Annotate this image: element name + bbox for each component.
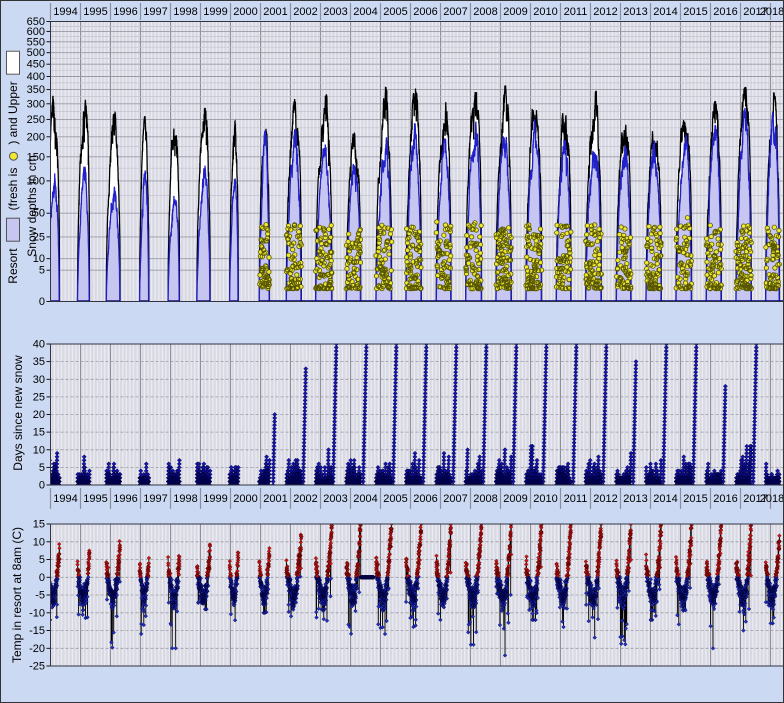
svg-text:2008: 2008 [473, 6, 497, 18]
svg-text:1997: 1997 [143, 493, 167, 505]
svg-text:100: 100 [27, 175, 45, 187]
svg-text:1994: 1994 [53, 6, 77, 18]
svg-text:25: 25 [33, 391, 45, 403]
svg-text:2015: 2015 [683, 6, 707, 18]
svg-text:-20: -20 [29, 643, 45, 655]
svg-text:5: 5 [39, 265, 45, 277]
svg-text:1999: 1999 [203, 493, 227, 505]
svg-text:-10: -10 [29, 607, 45, 619]
svg-text:0: 0 [39, 572, 45, 584]
svg-text:2002: 2002 [293, 493, 317, 505]
svg-text:2009: 2009 [503, 6, 527, 18]
svg-text:300: 300 [27, 98, 45, 110]
svg-text:15: 15 [33, 427, 45, 439]
svg-text:2010: 2010 [533, 493, 557, 505]
svg-text:35: 35 [33, 356, 45, 368]
svg-text:10: 10 [33, 444, 45, 456]
svg-text:40: 40 [33, 339, 45, 351]
svg-text:1995: 1995 [83, 6, 107, 18]
svg-text:2014: 2014 [653, 493, 677, 505]
svg-text:2011: 2011 [564, 6, 588, 18]
svg-text:2008: 2008 [473, 493, 497, 505]
svg-text:400: 400 [27, 71, 45, 83]
snow-history-chart: Resort (fresh is ) and Upper Snow depths… [0, 0, 784, 703]
svg-text:2006: 2006 [413, 493, 437, 505]
svg-text:10: 10 [33, 253, 45, 265]
svg-text:450: 450 [27, 59, 45, 71]
svg-text:350: 350 [27, 84, 45, 96]
svg-text:10: 10 [33, 536, 45, 548]
svg-text:2014: 2014 [653, 6, 677, 18]
svg-text:2012: 2012 [593, 6, 617, 18]
svg-text:2004: 2004 [353, 6, 377, 18]
svg-text:1998: 1998 [173, 6, 197, 18]
svg-text:2003: 2003 [323, 6, 347, 18]
svg-text:1997: 1997 [143, 6, 167, 18]
svg-text:150: 150 [27, 151, 45, 163]
svg-text:2002: 2002 [293, 6, 317, 18]
svg-text:1999: 1999 [203, 6, 227, 18]
svg-text:25: 25 [33, 231, 45, 243]
svg-text:2013: 2013 [623, 6, 647, 18]
svg-text:1995: 1995 [83, 493, 107, 505]
svg-text:1996: 1996 [113, 6, 137, 18]
svg-text:5: 5 [39, 462, 45, 474]
svg-text:250: 250 [27, 114, 45, 126]
svg-text:2013: 2013 [623, 493, 647, 505]
svg-text:15: 15 [33, 519, 45, 531]
svg-text:1994: 1994 [53, 493, 77, 505]
svg-text:2000: 2000 [233, 6, 257, 18]
svg-text:2003: 2003 [323, 493, 347, 505]
svg-text:2005: 2005 [383, 493, 407, 505]
svg-text:2001: 2001 [263, 6, 287, 18]
svg-text:1998: 1998 [173, 493, 197, 505]
svg-text:2010: 2010 [533, 6, 557, 18]
svg-text:2006: 2006 [413, 6, 437, 18]
svg-text:2001: 2001 [263, 493, 287, 505]
svg-text:5: 5 [39, 554, 45, 566]
chart-canvas: 1994199519961997199819992000200120022003… [1, 1, 784, 703]
svg-text:2015: 2015 [683, 493, 707, 505]
svg-text:500: 500 [27, 47, 45, 59]
svg-text:20: 20 [33, 409, 45, 421]
svg-text:-15: -15 [29, 625, 45, 637]
svg-text:30: 30 [33, 374, 45, 386]
svg-text:0: 0 [39, 480, 45, 492]
svg-text:0: 0 [39, 296, 45, 308]
svg-text:2007: 2007 [443, 493, 467, 505]
svg-text:2018: 2018 [760, 6, 784, 18]
svg-text:2005: 2005 [383, 6, 407, 18]
svg-text:2011: 2011 [564, 493, 588, 505]
svg-text:2007: 2007 [443, 6, 467, 18]
svg-text:50: 50 [33, 208, 45, 220]
svg-text:200: 200 [27, 131, 45, 143]
svg-text:2009: 2009 [503, 493, 527, 505]
svg-text:1996: 1996 [113, 493, 137, 505]
svg-text:2004: 2004 [353, 493, 377, 505]
svg-text:-5: -5 [35, 590, 45, 602]
svg-text:2012: 2012 [593, 493, 617, 505]
svg-text:2018: 2018 [760, 493, 784, 505]
svg-text:2000: 2000 [233, 493, 257, 505]
svg-text:2016: 2016 [713, 493, 737, 505]
svg-text:-25: -25 [29, 661, 45, 673]
svg-text:2016: 2016 [713, 6, 737, 18]
